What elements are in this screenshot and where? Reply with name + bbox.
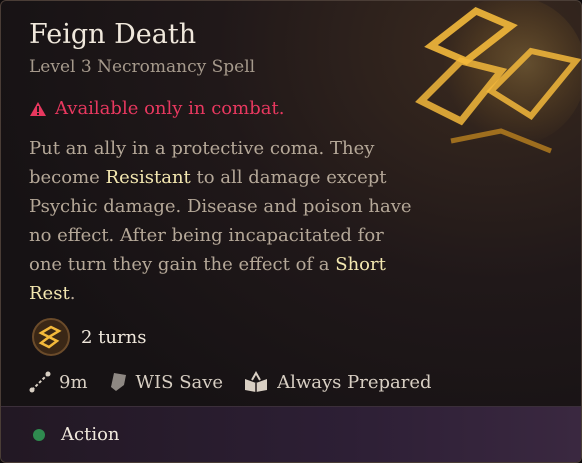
prepared-value: Always Prepared	[277, 371, 432, 393]
range-stat: 9m	[29, 371, 88, 393]
description-text: .	[69, 283, 76, 304]
warning-text: Available only in combat.	[55, 98, 285, 119]
action-cost-label: Action	[61, 424, 120, 445]
duration-row: 2 turns	[31, 317, 146, 357]
spell-glyph-art	[415, 1, 581, 154]
save-value: WIS Save	[135, 371, 224, 393]
spellbook-icon	[245, 371, 268, 392]
stats-row: 9m WIS Save Always Prepared	[29, 371, 452, 393]
combat-warning: Available only in combat.	[29, 98, 284, 119]
resistant-link[interactable]: Resistant	[106, 167, 191, 188]
prepared-stat: Always Prepared	[243, 371, 432, 393]
duration-text: 2 turns	[81, 326, 147, 348]
warning-icon	[30, 101, 46, 116]
save-stat: WIS Save	[108, 371, 224, 393]
feign-death-icon	[32, 318, 70, 356]
action-cost-bar: Action	[1, 406, 581, 462]
range-value: 9m	[59, 371, 88, 393]
range-icon	[29, 371, 51, 393]
spell-subtitle: Level 3 Necromancy Spell	[29, 57, 256, 77]
action-dot-icon	[33, 428, 45, 441]
spell-title: Feign Death	[29, 19, 197, 50]
spell-tooltip: Feign Death Level 3 Necromancy Spell Ava…	[0, 0, 582, 463]
spell-description: Put an ally in a protective coma. They b…	[29, 134, 419, 308]
shield-icon	[110, 373, 126, 391]
